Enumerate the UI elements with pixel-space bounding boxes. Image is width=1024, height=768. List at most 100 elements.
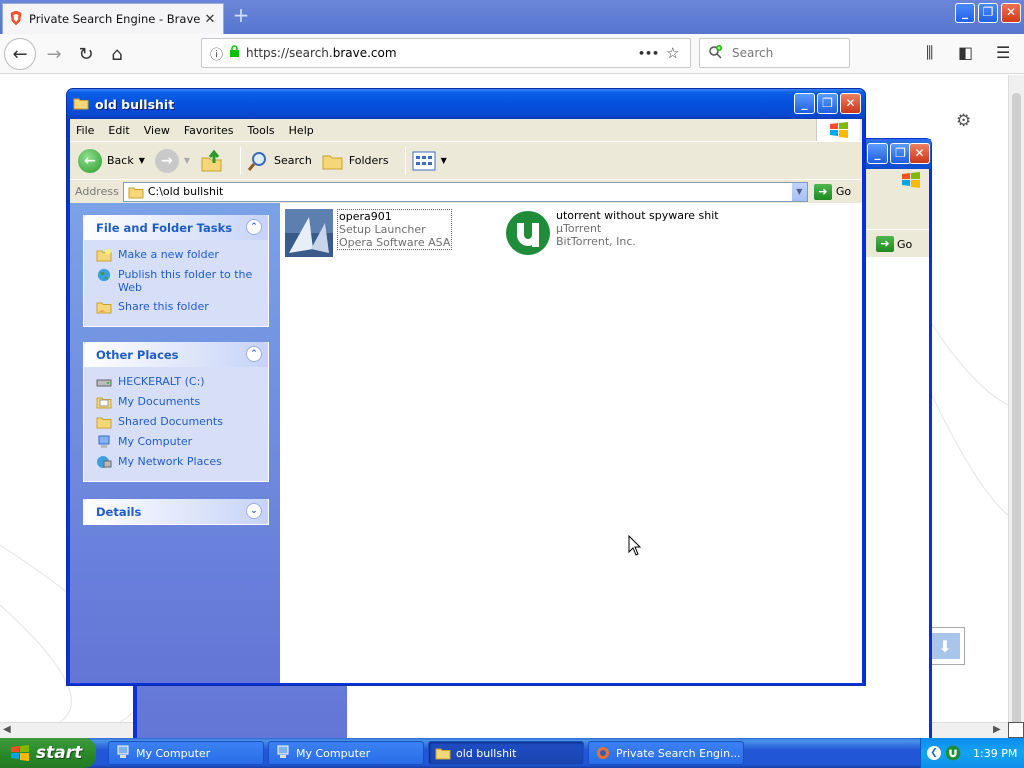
- go-button[interactable]: ➜ Go: [813, 183, 852, 200]
- bookmark-star-icon[interactable]: ☆: [666, 44, 679, 62]
- clock[interactable]: 1:39 PM: [973, 747, 1017, 760]
- scroll-corner: [1008, 722, 1024, 738]
- address-dropdown-icon[interactable]: ▼: [790, 182, 807, 201]
- settings-gear-icon[interactable]: ⚙: [956, 111, 971, 131]
- task-share-folder[interactable]: Share this folder: [96, 300, 262, 314]
- page-actions-icon[interactable]: •••: [638, 47, 659, 60]
- task-pane: File and Folder Tasks ⌃ Make a new folde…: [70, 203, 280, 683]
- forward-dropdown-icon[interactable]: ▼: [184, 156, 190, 165]
- maximize-button[interactable]: ❐: [978, 3, 998, 23]
- taskbar-button-my-computer-2[interactable]: My Computer: [268, 741, 424, 765]
- details-panel: Details ⌄: [83, 499, 269, 525]
- minimize-button[interactable]: _: [955, 3, 975, 23]
- menu-help[interactable]: Help: [289, 124, 314, 137]
- file-type: µTorrent: [556, 222, 602, 235]
- down-arrow-icon: ⬇: [930, 633, 960, 659]
- views-icon: [412, 151, 436, 170]
- file-folder-tasks-header[interactable]: File and Folder Tasks ⌃: [84, 215, 268, 240]
- home-icon[interactable]: ⌂: [101, 38, 133, 70]
- bg-maximize-button[interactable]: ❐: [890, 143, 911, 164]
- address-input[interactable]: C:\old bullshit ▼: [122, 181, 808, 202]
- mouse-cursor-icon: [628, 535, 642, 556]
- vertical-scroll-thumb[interactable]: [1012, 93, 1021, 733]
- place-my-documents[interactable]: My Documents: [96, 395, 262, 409]
- library-icon[interactable]: ⫼: [926, 43, 933, 63]
- browser-tab[interactable]: Private Search Engine - Brave Sea ✕: [2, 3, 224, 34]
- hard-drive-icon: [96, 379, 112, 387]
- close-button[interactable]: ✕: [1001, 3, 1021, 23]
- menu-view[interactable]: View: [144, 124, 170, 137]
- folders-button[interactable]: Folders: [322, 151, 389, 171]
- task-make-new-folder[interactable]: Make a new folder: [96, 248, 262, 262]
- other-places-header[interactable]: Other Places ⌃: [84, 342, 268, 367]
- network-places-icon: [97, 456, 112, 468]
- start-label: start: [36, 743, 83, 763]
- back-arrow-icon[interactable]: ←: [4, 38, 36, 70]
- tray-expand-icon[interactable]: ❮: [927, 746, 941, 760]
- place-label: My Computer: [118, 435, 193, 448]
- expand-icon[interactable]: ⌄: [246, 503, 262, 519]
- menu-tools[interactable]: Tools: [248, 124, 275, 137]
- taskbar-button-my-computer-1[interactable]: My Computer: [108, 741, 264, 765]
- brave-shield-icon: [9, 10, 23, 29]
- collapse-icon[interactable]: ⌃: [246, 219, 262, 235]
- place-label: Shared Documents: [118, 415, 223, 428]
- window-close-button[interactable]: ✕: [840, 93, 861, 114]
- reload-icon[interactable]: ↻: [70, 38, 102, 70]
- window-minimize-button[interactable]: _: [794, 93, 815, 114]
- task-publish-folder[interactable]: Publish this folder to the Web: [96, 268, 262, 294]
- url-bar[interactable]: ⓘ https://search.brave.com ••• ☆: [201, 38, 691, 68]
- windows-flag-icon: [11, 745, 29, 761]
- back-button[interactable]: ← Back ▼: [78, 148, 145, 173]
- taskbar-button-old-bullshit[interactable]: old bullshit: [428, 741, 584, 765]
- my-documents-icon: [96, 397, 112, 409]
- file-folder-tasks-panel: File and Folder Tasks ⌃ Make a new folde…: [83, 215, 269, 327]
- window-maximize-button[interactable]: ❐: [817, 93, 838, 114]
- menu-edit[interactable]: Edit: [108, 124, 129, 137]
- vertical-scrollbar[interactable]: [1008, 75, 1024, 733]
- views-button[interactable]: ▼: [412, 151, 447, 171]
- tab-close-icon[interactable]: ✕: [203, 12, 217, 27]
- details-header[interactable]: Details ⌄: [84, 499, 268, 524]
- bg-close-button[interactable]: ✕: [909, 143, 930, 164]
- search-button[interactable]: Search: [247, 150, 312, 172]
- place-shared-documents[interactable]: Shared Documents: [96, 415, 262, 429]
- start-button[interactable]: start: [0, 738, 96, 768]
- bg-minimize-button[interactable]: _: [867, 143, 888, 164]
- menu-favorites[interactable]: Favorites: [184, 124, 234, 137]
- window-title-bar[interactable]: old bullshit _ ❐ ✕: [67, 89, 865, 119]
- toolbar-separator: [404, 146, 406, 175]
- views-dropdown-icon[interactable]: ▼: [441, 156, 447, 165]
- bg-go-label: Go: [897, 237, 913, 251]
- file-text: utorrent without spyware shit µTorrent B…: [556, 209, 719, 248]
- menu-file[interactable]: File: [76, 124, 94, 137]
- collapse-icon[interactable]: ⌃: [246, 346, 262, 362]
- my-computer-icon: [117, 745, 129, 758]
- magnifier-icon: [247, 151, 267, 171]
- back-dropdown-icon[interactable]: ▼: [139, 156, 145, 165]
- info-icon[interactable]: ⓘ: [210, 44, 223, 63]
- place-label: My Documents: [118, 395, 201, 408]
- place-drive-c[interactable]: HECKERALT (C:): [96, 375, 262, 389]
- file-folder-tasks-title: File and Folder Tasks: [96, 220, 233, 235]
- file-item-utorrent[interactable]: utorrent without spyware shit µTorrent B…: [504, 209, 719, 257]
- explorer-window[interactable]: old bullshit _ ❐ ✕ File Edit View Favori…: [66, 88, 866, 686]
- go-label: Go: [835, 185, 852, 198]
- search-input[interactable]: Search: [699, 38, 850, 68]
- new-tab-icon[interactable]: +: [230, 5, 252, 27]
- menu-icon[interactable]: ☰: [996, 43, 1010, 62]
- task-label: Make a new folder: [118, 248, 219, 261]
- utorrent-tray-icon[interactable]: [945, 745, 961, 761]
- taskbar-button-browser[interactable]: Private Search Engin...: [588, 741, 744, 765]
- bg-go-button[interactable]: ➜ Go: [876, 235, 912, 253]
- place-my-network-places[interactable]: My Network Places: [96, 455, 262, 469]
- forward-arrow-icon[interactable]: →: [38, 38, 70, 70]
- other-places-title: Other Places: [96, 347, 179, 362]
- sidebar-icon[interactable]: ◧: [958, 43, 973, 62]
- scroll-right-icon[interactable]: ▶: [993, 724, 1001, 735]
- scroll-left-icon[interactable]: ◀: [3, 724, 11, 735]
- up-folder-button[interactable]: [200, 149, 224, 173]
- forward-button[interactable]: → ▼: [154, 148, 190, 173]
- file-item-opera[interactable]: opera901 Setup Launcher Opera Software A…: [285, 209, 453, 257]
- place-my-computer[interactable]: My Computer: [96, 435, 262, 449]
